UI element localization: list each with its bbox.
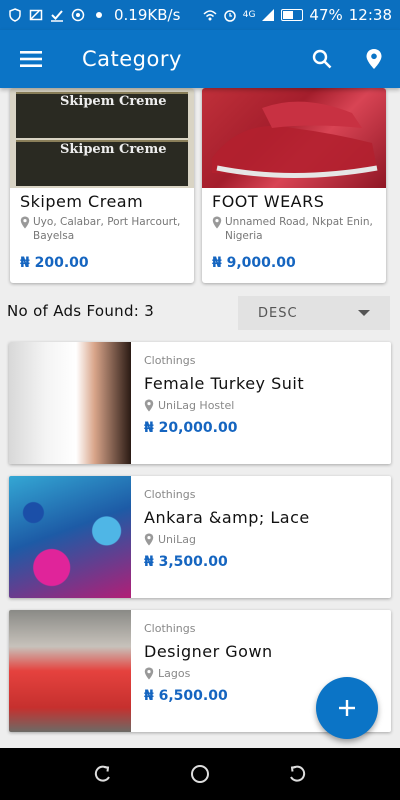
listing-price: ₦ 20,000.00 <box>144 420 238 436</box>
wifi-icon <box>203 10 217 21</box>
listing-card[interactable]: Clothings Ankara &amp; Lace UniLag ₦ 3,5… <box>9 476 391 598</box>
back-icon <box>289 765 305 782</box>
listing-location: UniLag <box>144 533 383 546</box>
battery-percent: 47% <box>309 6 343 24</box>
featured-carousel[interactable]: Skipem Creme Skipem Creme Skipem Cream U… <box>0 88 400 288</box>
dot-icon <box>96 12 102 18</box>
featured-location: Unnamed Road, Nkpat Enin, Nigeria <box>202 211 386 243</box>
shoe-illustration <box>212 101 378 178</box>
plus-icon <box>339 700 355 716</box>
listing-title: Designer Gown <box>144 642 273 661</box>
menu-button[interactable] <box>0 30 62 88</box>
featured-name: Skipem Cream <box>20 192 144 211</box>
map-pin-icon <box>144 399 154 412</box>
listing-image <box>9 342 131 464</box>
map-pin-icon <box>144 667 154 680</box>
map-pin-icon <box>366 49 382 69</box>
featured-price: ₦ 200.00 <box>20 255 89 271</box>
home-button[interactable] <box>180 754 220 794</box>
map-pin-icon <box>20 216 30 229</box>
sort-order-value: DESC <box>258 305 298 321</box>
listing-category: Clothings <box>144 354 196 367</box>
notification-icons <box>8 8 106 22</box>
alarm-icon <box>223 10 236 22</box>
listing-location: UniLag Hostel <box>144 399 383 412</box>
signal-icon <box>262 9 275 21</box>
network-type: 4G <box>242 10 256 20</box>
product-image: Skipem Creme Skipem Creme <box>10 88 194 188</box>
image-icon <box>29 9 43 21</box>
listing-image <box>9 476 131 598</box>
system-navigation-bar <box>0 748 400 800</box>
listing-title: Female Turkey Suit <box>144 374 305 393</box>
page-title: Category <box>82 47 182 71</box>
listing-card[interactable]: Clothings Female Turkey Suit UniLag Host… <box>9 342 391 464</box>
check-icon <box>51 10 63 22</box>
featured-card[interactable]: Skipem Creme Skipem Creme Skipem Cream U… <box>10 88 194 283</box>
map-pin-icon <box>212 216 222 229</box>
listing-title: Ankara &amp; Lace <box>144 508 310 527</box>
sort-order-dropdown[interactable]: DESC <box>238 296 390 330</box>
dropdown-caret-icon <box>358 310 370 316</box>
product-image <box>202 88 386 188</box>
ads-count-label: No of Ads Found: 3 <box>7 302 155 320</box>
listing-category: Clothings <box>144 488 196 501</box>
location-button[interactable] <box>348 30 400 88</box>
app-bar: Category <box>0 30 400 88</box>
home-circle-icon <box>190 765 209 783</box>
featured-name: FOOT WEARS <box>212 192 325 211</box>
cream-package-top: Skipem Creme <box>16 92 188 138</box>
featured-location: Uyo, Calabar, Port Harcourt, Bayelsa <box>10 211 194 243</box>
search-icon <box>312 49 332 69</box>
map-pin-icon <box>144 533 154 546</box>
cream-package-bottom: Skipem Creme <box>16 140 188 186</box>
hamburger-menu-icon <box>20 51 42 67</box>
status-bar: 0.19KB/s 4G 47% 12:38 <box>0 0 400 30</box>
network-speed: 0.19KB/s <box>114 6 181 24</box>
listing-category: Clothings <box>144 622 196 635</box>
recent-apps-button[interactable] <box>83 754 123 794</box>
battery-icon <box>281 9 304 21</box>
clock: 12:38 <box>348 6 392 24</box>
featured-card[interactable]: FOOT WEARS Unnamed Road, Nkpat Enin, Nig… <box>202 88 386 283</box>
listing-image <box>9 610 131 732</box>
target-icon <box>71 8 85 22</box>
search-button[interactable] <box>296 30 348 88</box>
add-listing-button[interactable] <box>316 677 378 739</box>
back-button[interactable] <box>277 754 317 794</box>
recent-apps-icon <box>95 765 111 782</box>
listing-price: ₦ 3,500.00 <box>144 554 228 570</box>
featured-price: ₦ 9,000.00 <box>212 255 296 271</box>
shield-icon <box>9 8 21 22</box>
